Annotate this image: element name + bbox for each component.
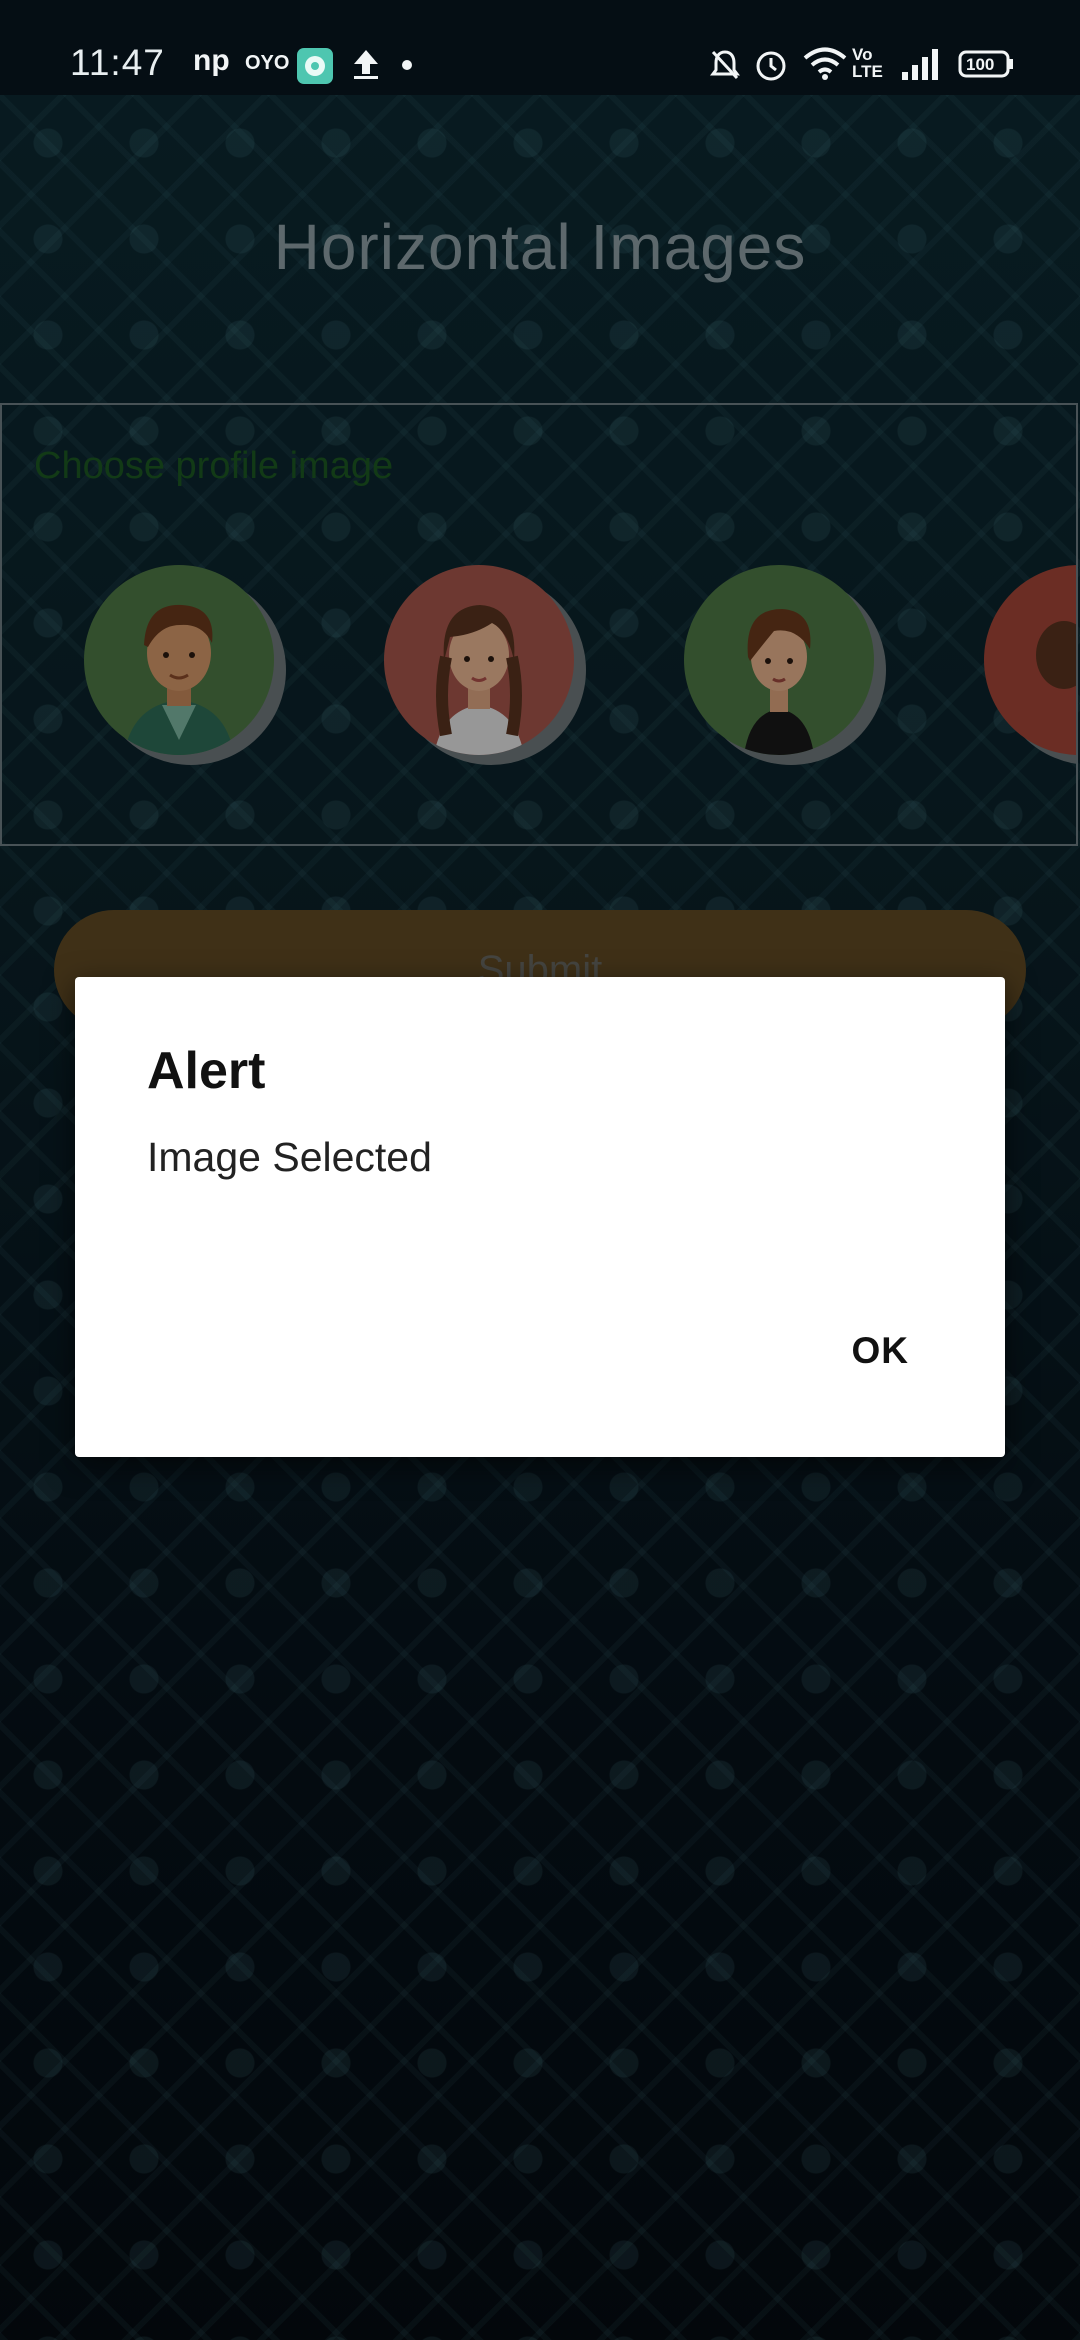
oyo-app-icon: OYO — [245, 52, 290, 74]
status-time: 11:47 — [70, 42, 165, 83]
status-bar: 11:47 np OYO Vo LTE 100 — [0, 0, 1080, 95]
alert-dialog: Alert Image Selected OK — [75, 977, 1005, 1457]
alert-message: Image Selected — [147, 1134, 432, 1180]
alert-title: Alert — [147, 1042, 266, 1100]
ok-button[interactable]: OK — [846, 1322, 916, 1380]
volte-icon: Vo LTE — [852, 45, 883, 81]
np-app-icon: np — [193, 44, 230, 77]
signal-icon — [900, 48, 944, 85]
dot-icon — [401, 58, 413, 76]
screen: 11:47 np OYO Vo LTE 100 Horizontal Image… — [0, 0, 1080, 2340]
alarm-icon — [754, 47, 788, 88]
upload-icon — [352, 48, 380, 85]
battery-level: 100 — [966, 55, 995, 74]
mute-bell-icon — [709, 48, 741, 87]
chat-app-icon — [296, 47, 334, 90]
wifi-icon — [803, 47, 847, 86]
